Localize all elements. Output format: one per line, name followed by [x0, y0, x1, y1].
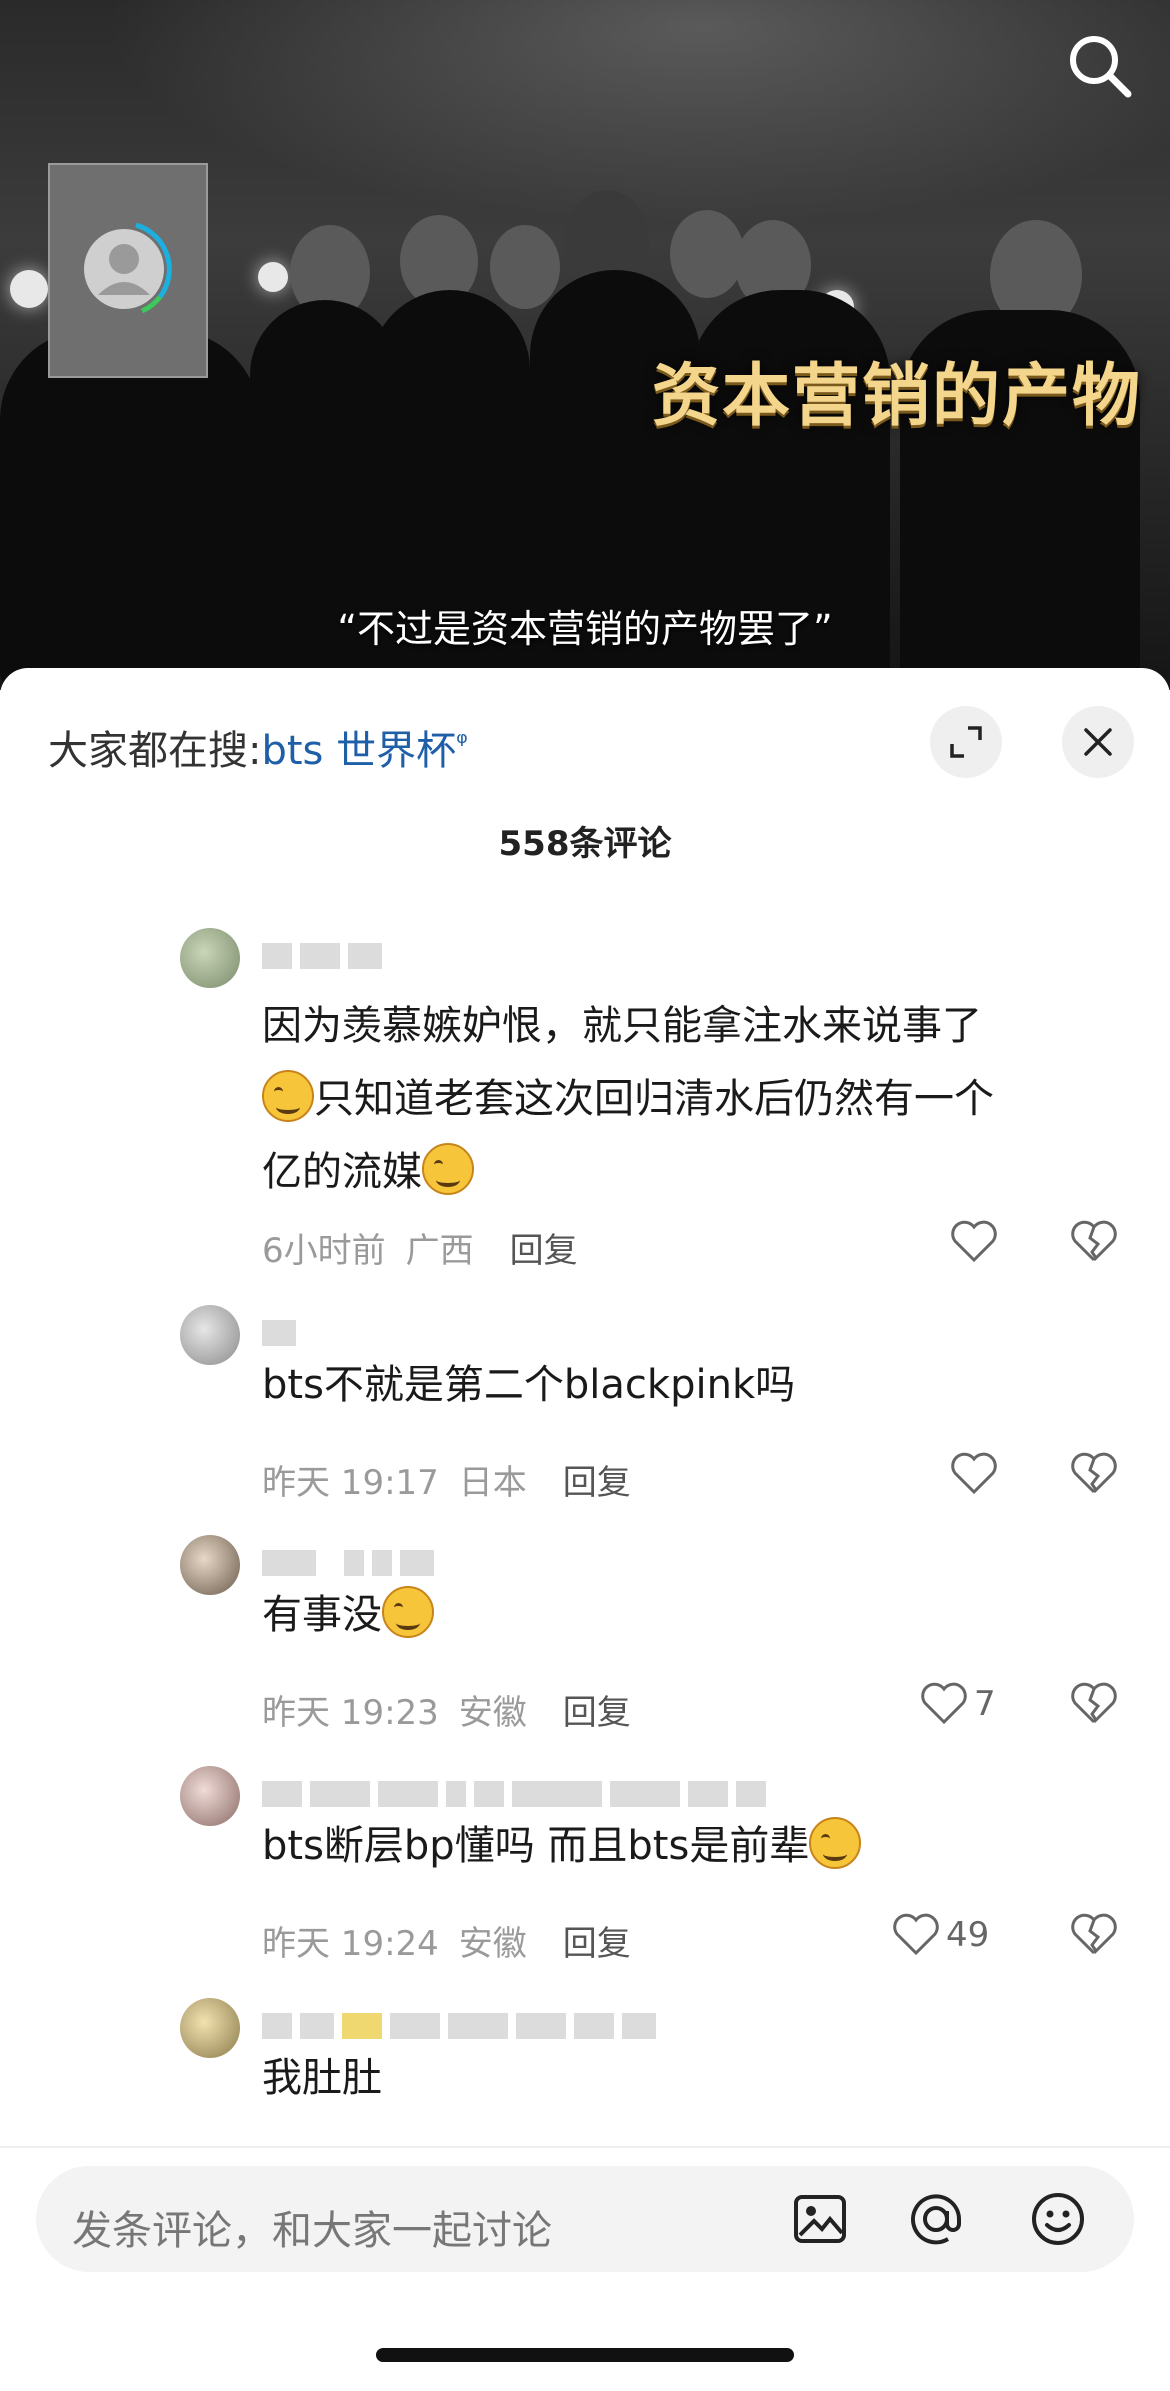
person-head [490, 225, 560, 309]
comment-input-placeholder[interactable]: 发条评论，和大家一起讨论 [72, 2198, 552, 2256]
dislike-button[interactable] [1070, 1913, 1118, 1961]
comment-location: 广西 [405, 1231, 474, 1271]
smirk-emoji [262, 1070, 314, 1122]
broken-heart-icon [1071, 1220, 1117, 1262]
dislike-button[interactable] [1070, 1452, 1118, 1500]
reply-button[interactable]: 回复 [563, 1693, 631, 1733]
avatar[interactable] [180, 1305, 240, 1365]
table-lamp [10, 270, 48, 308]
comment-location: 安徽 [458, 1924, 527, 1964]
username-blurred[interactable] [262, 1550, 442, 1580]
table-lamp [258, 262, 288, 292]
comment-sheet: 大家都在搜:bts 世界杯ᵠ 558条评论 因为羡慕嫉妒恨，就只能拿注水来说事了… [0, 668, 1170, 2391]
comment-text: 我肚肚 [262, 2055, 382, 2101]
comment-meta: 6小时前 广西 回复 [262, 1223, 578, 1272]
comment-meta: 昨天 19:23 安徽 回复 [262, 1685, 631, 1734]
comment-count: 558条评论 [498, 824, 672, 864]
emoji-icon[interactable] [1030, 2191, 1086, 2247]
creator-avatar[interactable] [48, 163, 208, 378]
comment-text: bts断层bp懂吗 而且bts是前辈 [262, 1810, 1102, 1883]
username-blurred[interactable] [262, 1320, 304, 1350]
hot-search-keyword[interactable]: bts 世界杯 [261, 728, 456, 774]
video-subtitle: “不过是资本营销的产物罢了” [337, 607, 833, 651]
video-title-overlay: 资本营销的产物 [651, 357, 1142, 436]
like-count: 49 [946, 1915, 990, 1955]
video-player[interactable]: 资本营销的产物 “不过是资本营销的产物罢了” [0, 0, 1170, 690]
reply-button[interactable]: 回复 [563, 1463, 631, 1503]
avatar[interactable] [180, 1766, 240, 1826]
comment-location: 日本 [458, 1463, 527, 1503]
grin-emoji [382, 1586, 434, 1638]
search-icon[interactable] [1064, 30, 1136, 102]
comment-input[interactable]: 发条评论，和大家一起讨论 [36, 2166, 1134, 2272]
comment-text: 因为羡慕嫉妒恨，就只能拿注水来说事了 只知道老套这次回归清水后仍然有一个 亿的流… [262, 1003, 994, 1195]
search-small-icon: ᵠ [456, 726, 468, 759]
like-count: 7 [974, 1684, 996, 1724]
expand-button[interactable] [930, 706, 1002, 778]
reply-button[interactable]: 回复 [510, 1231, 578, 1271]
reply-button[interactable]: 回复 [563, 1924, 631, 1964]
broken-heart-icon [1071, 1452, 1117, 1494]
comment-time: 昨天 19:24 [262, 1924, 439, 1964]
dislike-button[interactable] [1070, 1220, 1118, 1268]
home-indicator[interactable] [376, 2348, 794, 2362]
heart-icon [951, 1220, 997, 1263]
like-button[interactable]: 7 [920, 1682, 996, 1726]
broken-heart-icon [1071, 1682, 1117, 1724]
comment-text: 有事没 [262, 1579, 1102, 1652]
heart-icon [893, 1913, 939, 1956]
image-icon[interactable] [792, 2191, 848, 2247]
smirk-emoji [422, 1143, 474, 1195]
hot-search-bar[interactable]: 大家都在搜:bts 世界杯ᵠ [48, 718, 468, 776]
like-button[interactable] [950, 1220, 998, 1264]
like-button[interactable]: 49 [892, 1913, 989, 1957]
hot-search-prefix: 大家都在搜: [48, 728, 262, 774]
comment-meta: 昨天 19:17 日本 回复 [262, 1455, 631, 1504]
avatar[interactable] [180, 1535, 240, 1595]
username-blurred[interactable] [262, 1781, 774, 1811]
person-head [670, 210, 744, 298]
comment-location: 安徽 [458, 1693, 527, 1733]
heart-icon [951, 1452, 997, 1495]
comment-time: 昨天 19:23 [262, 1693, 439, 1733]
username-blurred[interactable] [262, 943, 390, 973]
like-button[interactable] [950, 1452, 998, 1496]
close-button[interactable] [1062, 706, 1134, 778]
username-blurred[interactable] [262, 2013, 664, 2043]
comment-meta: 昨天 19:24 安徽 回复 [262, 1916, 631, 1965]
avatar[interactable] [180, 1998, 240, 2058]
comment-time: 6小时前 [262, 1231, 386, 1271]
divider [0, 2146, 1170, 2148]
at-mention-icon[interactable] [908, 2191, 964, 2247]
comment-text: bts不就是第二个blackpink吗 [262, 1362, 796, 1408]
broken-heart-icon [1071, 1913, 1117, 1955]
expand-icon [950, 726, 982, 758]
dislike-button[interactable] [1070, 1682, 1118, 1730]
heart-icon [921, 1682, 967, 1725]
close-icon [1084, 728, 1112, 756]
comment-time: 昨天 19:17 [262, 1463, 439, 1503]
grin-emoji [809, 1817, 862, 1869]
avatar[interactable] [180, 928, 240, 988]
user-avatar-icon [84, 222, 172, 314]
